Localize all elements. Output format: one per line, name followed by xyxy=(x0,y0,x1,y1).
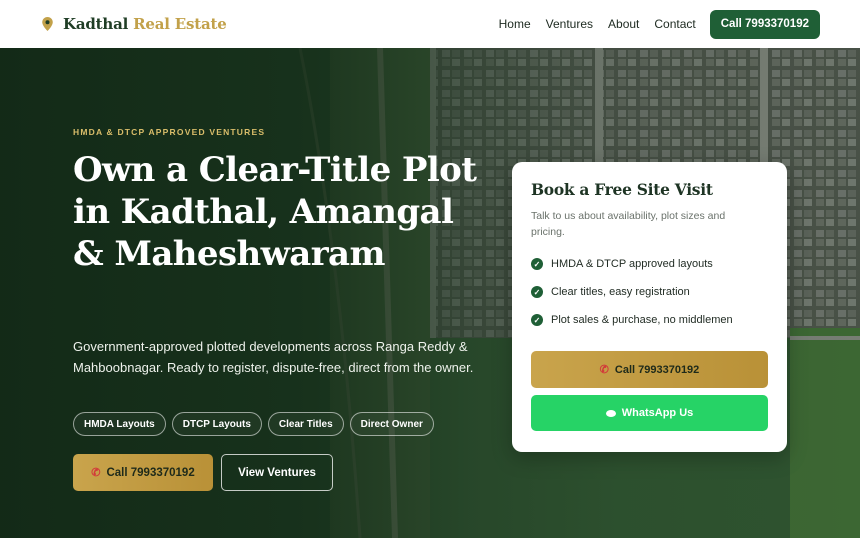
hero-call-button[interactable]: ✆ Call 7993370192 xyxy=(73,454,213,491)
feature-list: ✓ HMDA & DTCP approved layouts ✓ Clear t… xyxy=(531,250,768,334)
feature-item: ✓ Plot sales & purchase, no middlemen xyxy=(531,306,768,334)
site-visit-card: Book a Free Site Visit Talk to us about … xyxy=(512,162,787,452)
feature-item: ✓ Clear titles, easy registration xyxy=(531,278,768,306)
nav-link-home[interactable]: Home xyxy=(499,17,531,31)
feature-text: HMDA & DTCP approved layouts xyxy=(551,258,713,270)
feature-item: ✓ HMDA & DTCP approved layouts xyxy=(531,250,768,278)
feature-text: Clear titles, easy registration xyxy=(551,286,690,298)
card-call-button[interactable]: ✆ Call 7993370192 xyxy=(531,351,768,388)
view-ventures-button[interactable]: View Ventures xyxy=(221,454,333,491)
hero-chips: HMDA Layouts DTCP Layouts Clear Titles D… xyxy=(73,412,434,436)
whatsapp-button[interactable]: WhatsApp Us xyxy=(531,395,768,431)
top-navbar: Kadthal Real Estate Home Ventures About … xyxy=(0,0,860,48)
nav-link-about[interactable]: About xyxy=(608,17,639,31)
phone-icon: ✆ xyxy=(91,467,101,479)
card-title: Book a Free Site Visit xyxy=(531,180,713,199)
whatsapp-icon xyxy=(605,409,616,417)
nav-link-ventures[interactable]: Ventures xyxy=(546,17,593,31)
hero-subtitle: Government-approved plotted developments… xyxy=(73,339,474,375)
phone-icon: ✆ xyxy=(599,364,609,376)
chip-clear-titles: Clear Titles xyxy=(267,412,344,436)
map-pin-icon xyxy=(42,17,53,31)
check-icon: ✓ xyxy=(531,314,543,326)
nav-links: Home Ventures About Contact Call 7993370… xyxy=(484,9,820,39)
nav-call-button[interactable]: Call 7993370192 xyxy=(709,9,820,39)
hero-headline: Own a Clear-Title Plot in Kadthal, Amang… xyxy=(73,150,477,274)
chip-dtcp-layouts: DTCP Layouts xyxy=(171,412,262,436)
card-call-label: Call 7993370192 xyxy=(614,363,700,376)
chip-hmda-layouts: HMDA Layouts xyxy=(73,412,166,436)
brand-name-part2: Real Estate xyxy=(133,15,227,33)
brand-name: Kadthal Real Estate xyxy=(63,15,227,33)
whatsapp-label: WhatsApp Us xyxy=(621,407,694,419)
feature-text: Plot sales & purchase, no middlemen xyxy=(551,314,733,326)
check-icon: ✓ xyxy=(531,286,543,298)
brand-logo[interactable]: Kadthal Real Estate xyxy=(42,15,227,33)
hero-section: HMDA & DTCP APPROVED VENTURES Own a Clea… xyxy=(0,48,860,538)
chip-direct-owner: Direct Owner xyxy=(349,412,434,436)
nav-link-contact[interactable]: Contact xyxy=(654,17,695,31)
hero-eyebrow: HMDA & DTCP APPROVED VENTURES xyxy=(73,127,266,137)
brand-name-part1: Kadthal xyxy=(63,15,129,33)
card-subtitle: Talk to us about availability, plot size… xyxy=(531,210,726,238)
hero-call-label: Call 7993370192 xyxy=(106,466,195,479)
check-icon: ✓ xyxy=(531,258,543,270)
